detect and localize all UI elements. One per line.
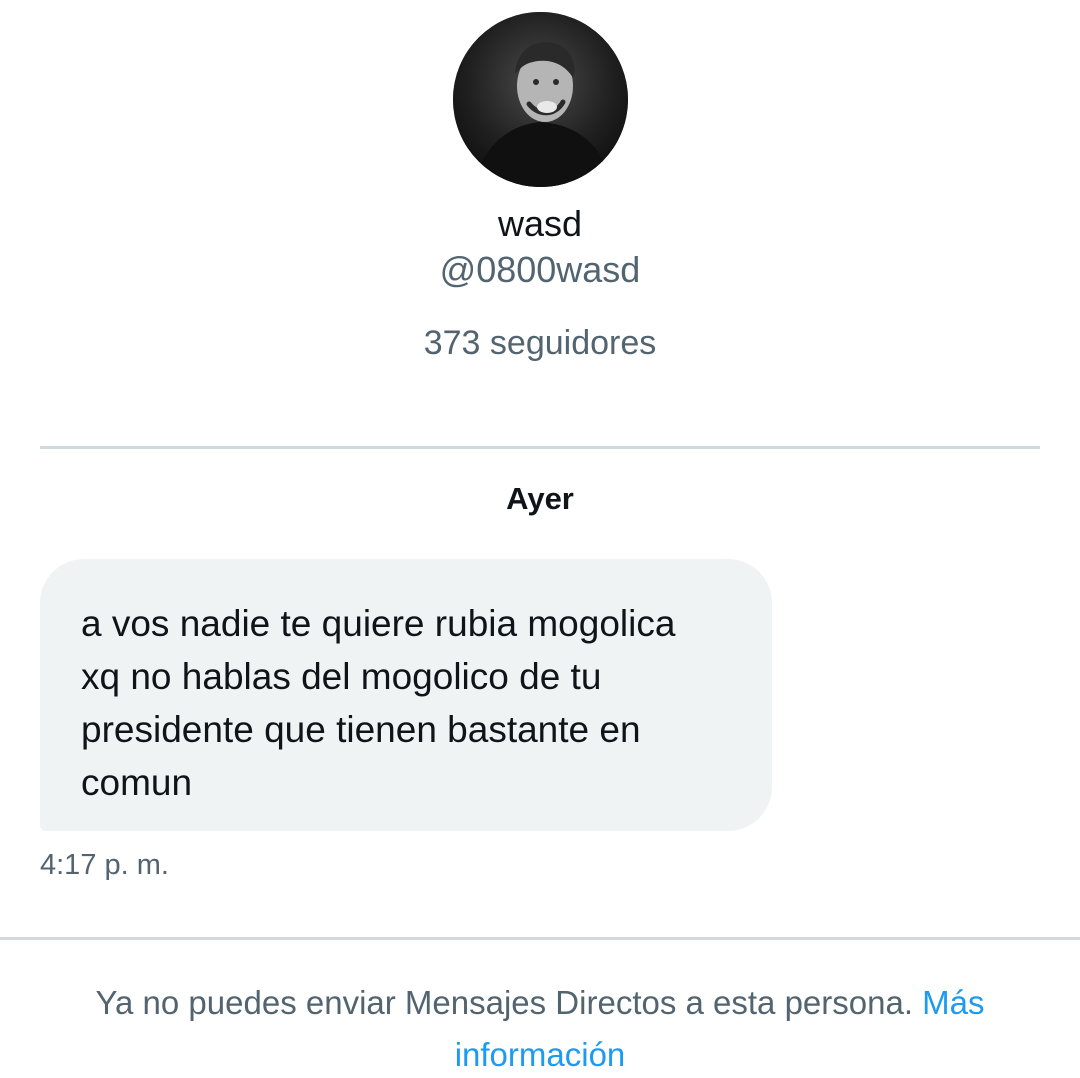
profile-name: wasd [497,203,583,244]
message-text-line: presidente que tienen bastante en [81,709,641,750]
notice-text: Ya no puedes enviar Mensajes Directos a … [95,984,913,1021]
divider [40,446,1040,449]
message-text-line: a vos nadie te quiere rubia mogolica [81,603,676,644]
divider [0,937,1080,940]
message-text-line: comun [81,762,193,803]
profile-handle: @0800wasd [439,249,641,290]
avatar-photo-icon [453,12,628,187]
follower-count[interactable]: 373 seguidores [0,324,1080,363]
message-text-line: xq no hablas del mogolico de tu [81,656,602,697]
dm-disabled-notice: Ya no puedes enviar Mensajes Directos a … [0,980,1080,1026]
more-info-link[interactable]: Más [922,984,984,1021]
avatar[interactable] [453,12,628,187]
more-info-link-continued[interactable]: información [0,1032,1080,1078]
message-timestamp: 4:17 p. m. [40,849,169,881]
date-separator: Ayer [506,481,574,516]
message-bubble[interactable]: a vos nadie te quiere rubia mogolica xq … [40,559,772,831]
